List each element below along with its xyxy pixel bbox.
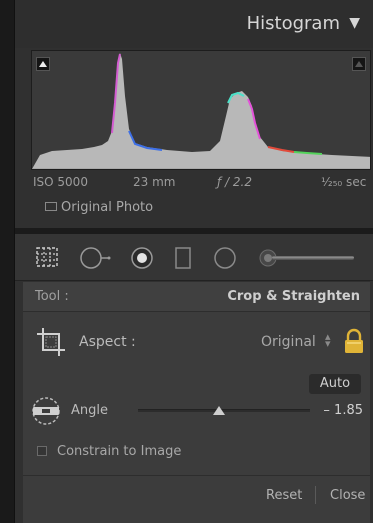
checkbox-box[interactable] [37, 446, 47, 456]
photo-frame-icon [45, 202, 57, 211]
straighten-level-icon[interactable] [29, 396, 63, 426]
histogram-header[interactable]: Histogram ▼ [15, 0, 373, 48]
aspect-label: Aspect : [79, 334, 136, 350]
crop-grid-icon[interactable] [35, 246, 59, 268]
adjustment-brush-icon[interactable] [256, 246, 356, 270]
exif-focal-length: 23 mm [133, 175, 176, 189]
original-photo-label: Original Photo [61, 200, 154, 215]
aspect-dropdown[interactable]: Original [261, 334, 316, 350]
angle-value[interactable]: – 1.85 [323, 403, 363, 418]
tool-strip [15, 234, 373, 281]
constrain-to-image-checkbox[interactable]: Constrain to Image [37, 444, 181, 459]
exif-iso: ISO 5000 [33, 175, 88, 189]
highlight-clipping-toggle[interactable] [352, 57, 366, 71]
auto-straighten-button[interactable]: Auto [309, 374, 361, 394]
footer-divider [315, 486, 316, 504]
spot-removal-icon[interactable] [79, 246, 113, 270]
tool-label: Tool : [35, 289, 69, 304]
lock-icon[interactable] [343, 328, 365, 354]
graduated-filter-icon[interactable] [173, 246, 193, 270]
angle-slider-thumb[interactable] [212, 406, 225, 415]
exif-shutter: ¹⁄₂₅₀ sec [321, 175, 367, 189]
histogram-graph[interactable] [31, 50, 371, 170]
tool-value: Crop & Straighten [227, 289, 360, 304]
develop-right-panel: Histogram ▼ ISO 5000 23 mm ƒ / 2.2 ¹⁄₂₅₀… [14, 0, 373, 523]
constrain-label: Constrain to Image [57, 444, 182, 459]
panel-footer: Reset Close [23, 475, 370, 523]
angle-slider[interactable] [138, 406, 310, 415]
exif-aperture: ƒ / 2.2 [217, 175, 252, 189]
reset-button[interactable]: Reset [266, 488, 302, 503]
original-photo-indicator: Original Photo [45, 200, 153, 215]
angle-label: Angle [71, 403, 108, 418]
tool-row: Tool : Crop & Straighten [23, 282, 370, 312]
up-down-arrows-icon[interactable]: ▴ ▾ [325, 331, 331, 349]
crop-frame-icon[interactable] [35, 326, 67, 358]
triangle-down-icon[interactable]: ▼ [349, 15, 360, 31]
histogram-title: Histogram [246, 13, 340, 34]
close-button[interactable]: Close [330, 488, 365, 503]
crop-tool-panel: Tool : Crop & Straighten Aspect : Origin… [23, 282, 370, 523]
radial-filter-icon[interactable] [212, 246, 238, 270]
histogram-curve [32, 53, 370, 169]
red-eye-icon[interactable] [129, 246, 155, 270]
shadow-clipping-toggle[interactable] [36, 57, 50, 71]
